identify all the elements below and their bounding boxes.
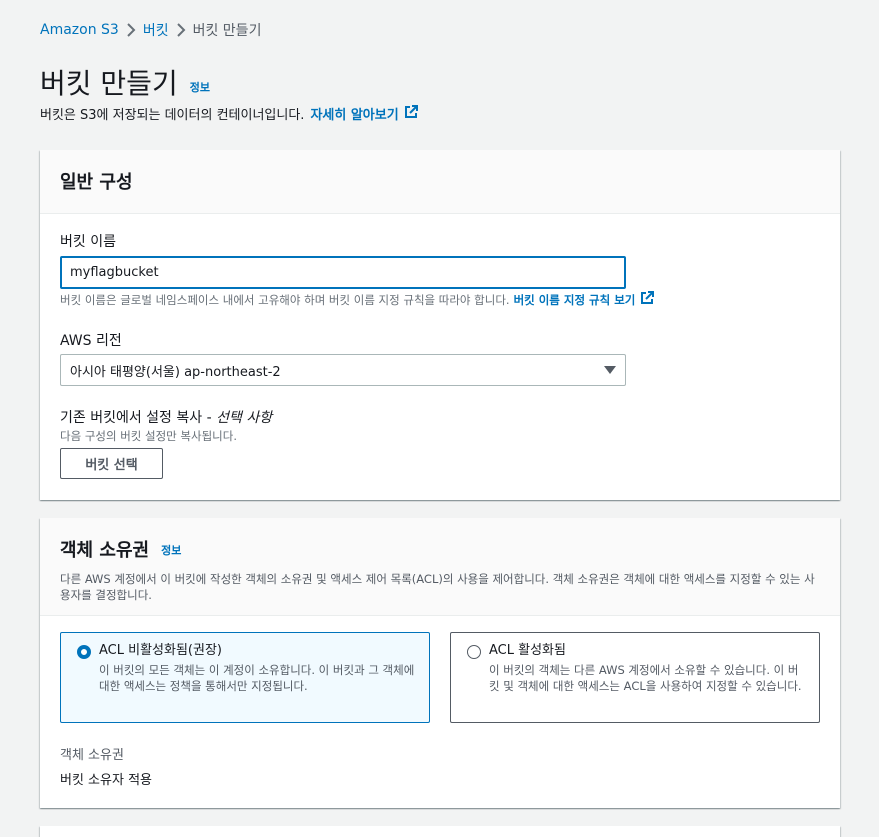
- panel-header: 일반 구성: [40, 150, 840, 214]
- external-link-icon: [404, 104, 418, 123]
- panel-title-row: 객체 소유권 정보: [60, 536, 820, 562]
- copy-settings-label-text: 기존 버킷에서 설정 복사 -: [60, 410, 217, 426]
- option-title: ACL 비활성화됨(권장): [99, 643, 222, 658]
- info-link[interactable]: 정보: [161, 542, 181, 558]
- breadcrumb-buckets[interactable]: 버킷: [143, 20, 169, 40]
- learn-more-label: 자세히 알아보기: [310, 108, 399, 123]
- option-title: ACL 활성화됨: [489, 643, 566, 658]
- bucket-name-hint-text: 버킷 이름은 글로벌 네임스페이스 내에서 고유해야 하며 버킷 이름 지정 규…: [60, 292, 510, 307]
- region-select-value: 아시아 태평양(서울) ap-northeast-2: [70, 364, 281, 380]
- bucket-name-label: 버킷 이름: [60, 234, 116, 250]
- breadcrumb: Amazon S3 버킷 버킷 만들기: [40, 20, 261, 40]
- page-description: 버킷은 S3에 저장되는 데이터의 컨테이너입니다. 자세히 알아보기: [40, 104, 418, 123]
- bucket-name-hint: 버킷 이름은 글로벌 네임스페이스 내에서 고유해야 하며 버킷 이름 지정 규…: [60, 291, 655, 308]
- panel-title: 객체 소유권: [60, 540, 150, 561]
- object-ownership-label: 객체 소유권: [60, 748, 124, 763]
- panel-description: 다른 AWS 계정에서 이 버킷에 작성한 객체의 소유권 및 액세스 제어 목…: [60, 572, 815, 602]
- object-ownership-panel: 객체 소유권 정보 다른 AWS 계정에서 이 버킷에 작성한 객체의 소유권 …: [40, 518, 840, 808]
- chevron-right-icon: [169, 22, 193, 38]
- region-label: AWS 리전: [60, 333, 122, 349]
- breadcrumb-amazon-s3[interactable]: Amazon S3: [40, 22, 119, 38]
- panel-title: 일반 구성: [60, 172, 133, 193]
- region-select[interactable]: 아시아 태평양(서울) ap-northeast-2: [60, 354, 626, 386]
- radio-button-selected[interactable]: [77, 645, 91, 659]
- option-description: 이 버킷의 모든 객체는 이 계정이 소유합니다. 이 버킷과 그 객체에 대한…: [99, 663, 415, 693]
- naming-rules-link[interactable]: 버킷 이름 지정 규칙 보기: [514, 291, 655, 308]
- info-link[interactable]: 정보: [190, 79, 210, 95]
- page-description-text: 버킷은 S3에 저장되는 데이터의 컨테이너입니다.: [40, 108, 305, 123]
- acl-disabled-option[interactable]: ACL 비활성화됨(권장) 이 버킷의 모든 객체는 이 계정이 소유합니다. …: [60, 632, 430, 723]
- object-ownership-value: 버킷 소유자 적용: [60, 773, 152, 788]
- option-description: 이 버킷의 객체는 다른 AWS 계정에서 소유할 수 있습니다. 이 버킷 및…: [489, 663, 802, 693]
- general-configuration-panel: 일반 구성 버킷 이름 버킷 이름은 글로벌 네임스페이스 내에서 고유해야 하…: [40, 150, 840, 500]
- external-link-icon: [640, 291, 655, 308]
- copy-settings-label: 기존 버킷에서 설정 복사 - 선택 사항: [60, 407, 272, 427]
- page-title-text: 버킷 만들기: [40, 67, 178, 100]
- radio-button[interactable]: [467, 645, 481, 659]
- caret-down-icon: [604, 366, 616, 374]
- page-title: 버킷 만들기 정보: [40, 62, 210, 102]
- naming-rules-label: 버킷 이름 지정 규칙 보기: [513, 292, 636, 307]
- optional-tag: 선택 사항: [216, 410, 273, 426]
- next-panel: [40, 826, 840, 837]
- breadcrumb-create-bucket: 버킷 만들기: [192, 23, 262, 39]
- panel-header: 객체 소유권 정보 다른 AWS 계정에서 이 버킷에 작성한 객체의 소유권 …: [40, 518, 840, 616]
- copy-settings-hint: 다음 구성의 버킷 설정만 복사됩니다.: [60, 429, 237, 443]
- choose-bucket-button[interactable]: 버킷 선택: [60, 448, 163, 479]
- chevron-right-icon: [119, 22, 143, 38]
- acl-enabled-option[interactable]: ACL 활성화됨 이 버킷의 객체는 다른 AWS 계정에서 소유할 수 있습니…: [450, 632, 820, 723]
- bucket-name-input[interactable]: [60, 256, 626, 289]
- learn-more-link[interactable]: 자세히 알아보기: [310, 104, 418, 123]
